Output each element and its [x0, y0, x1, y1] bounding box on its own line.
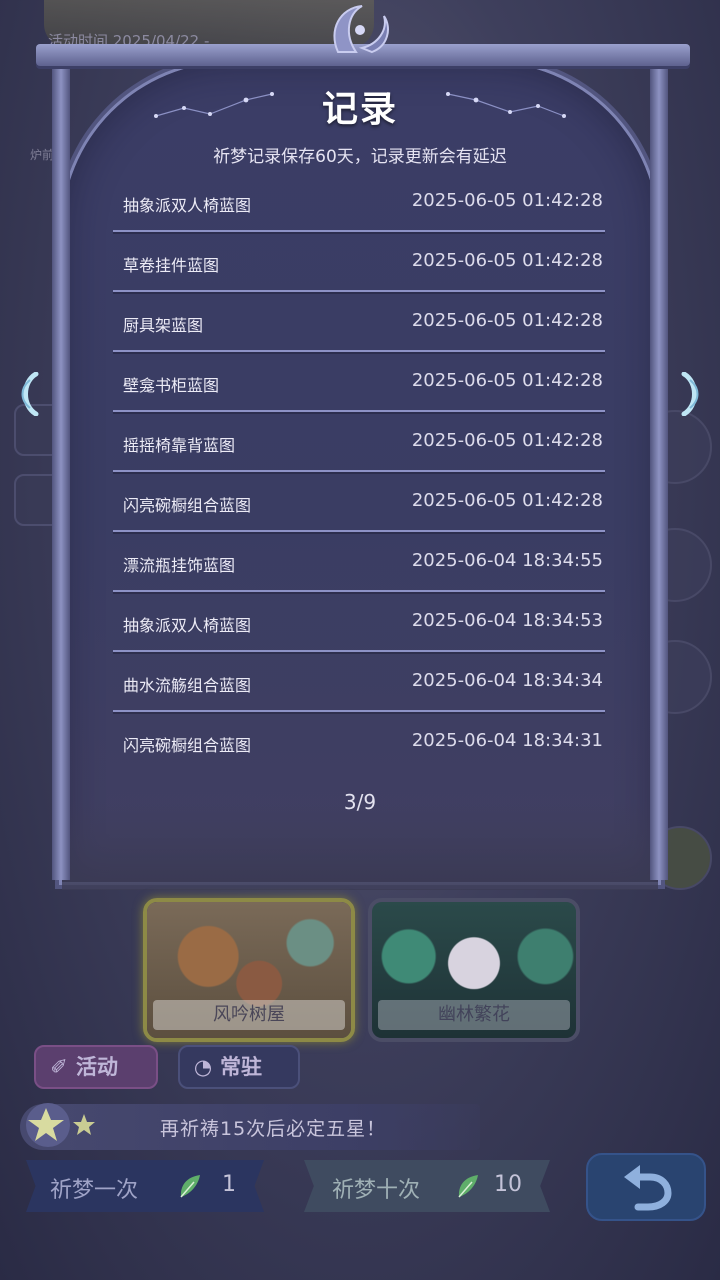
record-item-time: 2025-06-05 01:42:28	[411, 190, 603, 211]
record-item-name: 摇摇椅靠背蓝图	[123, 436, 236, 455]
banner-label: 风吟树屋	[153, 1000, 345, 1030]
record-row: 草卷挂件蓝图 2025-06-05 01:42:28	[113, 232, 605, 292]
back-arrow-icon	[624, 1165, 672, 1211]
tab-activity-label: 活动	[76, 1055, 118, 1079]
pin-icon: ✐	[50, 1055, 68, 1079]
pray-once-cost: 1	[222, 1172, 236, 1197]
record-row: 曲水流觞组合蓝图 2025-06-04 18:34:34	[113, 652, 605, 712]
record-item-name: 抽象派双人椅蓝图	[123, 616, 252, 635]
banner-label: 幽林繁花	[378, 1000, 570, 1030]
record-row: 抽象派双人椅蓝图 2025-06-04 18:34:53	[113, 592, 605, 652]
feather-icon	[180, 1175, 200, 1198]
tab-resident[interactable]: ◔ 常驻	[178, 1045, 300, 1089]
record-list: 抽象派双人椅蓝图 2025-06-05 01:42:28 草卷挂件蓝图 2025…	[113, 172, 605, 772]
chevron-right-icon[interactable]	[678, 372, 704, 416]
chevron-left-icon[interactable]	[16, 372, 42, 416]
stars-icon	[26, 1103, 95, 1147]
record-item-time: 2025-06-04 18:34:34	[411, 670, 603, 691]
pray-once-label: 祈梦一次	[50, 1178, 139, 1203]
record-row: 闪亮碗橱组合蓝图 2025-06-05 01:42:28	[113, 472, 605, 532]
record-row: 抽象派双人椅蓝图 2025-06-05 01:42:28	[113, 172, 605, 232]
record-item-name: 漂流瓶挂饰蓝图	[123, 556, 236, 575]
back-button[interactable]	[586, 1153, 706, 1221]
modal-title: 记录	[321, 89, 398, 130]
banner-windsong-treehouse[interactable]: 风吟树屋	[143, 898, 355, 1042]
record-item-name: 草卷挂件蓝图	[123, 256, 220, 275]
modal-subtitle: 祈梦记录保存60天，记录更新会有延迟	[213, 147, 507, 167]
pray-ten-button[interactable]: 祈梦十次 10	[304, 1160, 550, 1212]
page-indicator: 3/9	[343, 790, 377, 814]
pray-ten-label: 祈梦十次	[332, 1178, 421, 1203]
moon-crest-icon	[333, 5, 389, 54]
record-row: 漂流瓶挂饰蓝图 2025-06-04 18:34:55	[113, 532, 605, 592]
banner-forest-blossom[interactable]: 幽林繁花	[368, 898, 580, 1042]
tab-activity[interactable]: ✐ 活动	[34, 1045, 158, 1089]
record-item-time: 2025-06-05 01:42:28	[411, 430, 603, 451]
record-row: 闪亮碗橱组合蓝图 2025-06-04 18:34:31	[113, 712, 605, 772]
record-item-time: 2025-06-05 01:42:28	[411, 490, 603, 511]
record-item-time: 2025-06-05 01:42:28	[411, 310, 603, 331]
swirl-icon: ◔	[193, 1055, 213, 1079]
record-item-time: 2025-06-04 18:34:53	[411, 610, 603, 631]
pray-ten-cost: 10	[494, 1172, 522, 1197]
record-item-name: 闪亮碗橱组合蓝图	[123, 496, 252, 515]
record-item-name: 闪亮碗橱组合蓝图	[123, 736, 252, 755]
modal-right-pillar	[650, 60, 668, 880]
pity-text: 再祈祷15次后必定五星！	[160, 1118, 387, 1140]
record-item-name: 曲水流觞组合蓝图	[123, 676, 252, 695]
record-item-name: 壁龛书柜蓝图	[123, 376, 220, 395]
record-item-time: 2025-06-05 01:42:28	[411, 250, 603, 271]
feather-icon	[458, 1175, 478, 1198]
tab-resident-label: 常驻	[220, 1055, 262, 1079]
pray-once-button[interactable]: 祈梦一次 1	[26, 1160, 264, 1212]
record-item-time: 2025-06-05 01:42:28	[411, 370, 603, 391]
record-row: 壁龛书柜蓝图 2025-06-05 01:42:28	[113, 352, 605, 412]
modal-left-pillar	[52, 60, 70, 880]
record-item-time: 2025-06-04 18:34:31	[411, 730, 603, 751]
record-item-time: 2025-06-04 18:34:55	[411, 550, 603, 571]
record-item-name: 抽象派双人椅蓝图	[123, 196, 252, 215]
record-row: 厨具架蓝图 2025-06-05 01:42:28	[113, 292, 605, 352]
record-item-name: 厨具架蓝图	[123, 316, 204, 335]
record-row: 摇摇椅靠背蓝图 2025-06-05 01:42:28	[113, 412, 605, 472]
